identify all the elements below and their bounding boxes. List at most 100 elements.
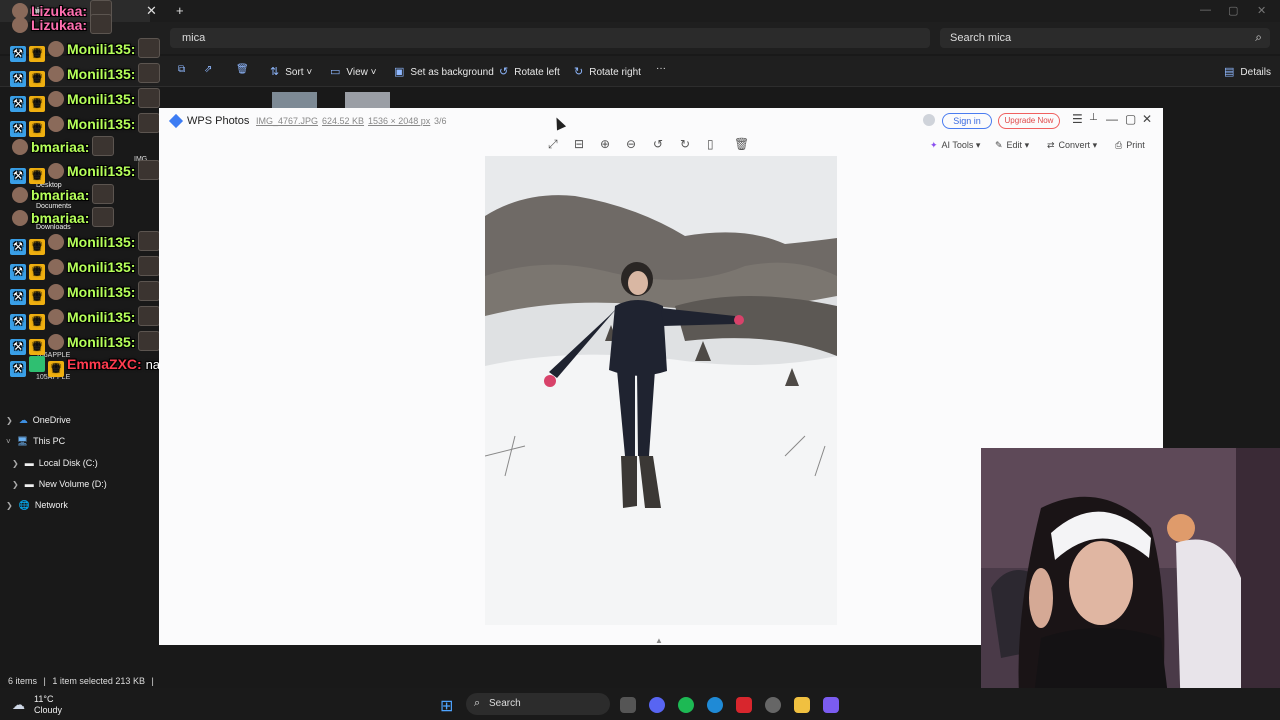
address-text: mica (182, 32, 206, 44)
convert-icon: ⇄ (1047, 140, 1055, 150)
webcam-overlay (981, 448, 1280, 720)
zoom-out-icon[interactable]: ⊖ (626, 137, 636, 151)
status-bar: 6 items | 1 item selected 213 KB | (8, 676, 154, 686)
status-separator: | (151, 676, 154, 686)
print-label: Print (1126, 140, 1145, 150)
delete-icon[interactable]: 🗑 (236, 64, 249, 75)
details-button[interactable]: ▤ Details (1224, 65, 1271, 78)
rotate-right-button[interactable]: ↻ Rotate right (574, 65, 641, 78)
address-bar[interactable]: mica (170, 28, 930, 48)
chevron-right-icon[interactable]: ❯ (6, 501, 13, 510)
file-size[interactable]: 624.52 KB (322, 116, 364, 126)
nav-local-disk[interactable]: ❯ ▬ Local Disk (C:) (12, 458, 98, 468)
weather-condition[interactable]: Cloudy (34, 705, 62, 715)
task-view-icon[interactable] (620, 697, 636, 713)
weather-cloud-icon[interactable]: ☁ (12, 697, 25, 713)
minimize-icon[interactable]: — (1106, 112, 1118, 126)
explorer-titlebar (0, 0, 1280, 22)
emote-icon (92, 136, 115, 156)
user-avatar-badge (12, 139, 28, 155)
taskbar-search[interactable]: ⌕ Search (466, 693, 610, 715)
tab-close-icon[interactable]: ✕ (146, 3, 157, 19)
weather-temperature[interactable]: 11°C (34, 694, 53, 704)
photos-app-icon[interactable] (823, 697, 839, 713)
share-icon[interactable]: ⇗ (204, 64, 212, 75)
wps-office-icon[interactable] (736, 697, 752, 713)
set-background-button[interactable]: ▣ Set as background (394, 65, 494, 78)
moderator-badge-icon: ⚒ (10, 339, 26, 355)
details-icon: ▤ (1224, 66, 1235, 78)
rotate-right-icon: ↻ (574, 66, 584, 78)
user-avatar-icon[interactable] (923, 114, 935, 126)
crown-badge-icon: ♛ (29, 96, 45, 112)
user-avatar-badge (48, 284, 64, 300)
rename-icon[interactable]: ⧉ (178, 64, 185, 75)
edit-button[interactable]: ✎ Edit ▾ (995, 140, 1029, 151)
close-icon[interactable]: ✕ (1257, 4, 1266, 17)
emote-icon (138, 231, 161, 251)
image-dimensions[interactable]: 1536 × 2048 px (368, 116, 430, 126)
rotate-left-button[interactable]: ↺ Rotate left (499, 65, 560, 78)
flip-icon[interactable]: ▯ (707, 137, 714, 151)
start-icon[interactable]: ⊞ (440, 696, 453, 716)
chevron-right-icon[interactable]: ❯ (12, 459, 19, 468)
file-name[interactable]: IMG_4767.JPG (256, 116, 318, 126)
chevron-right-icon[interactable]: ❯ (6, 416, 13, 425)
edit-label: Edit (1006, 140, 1023, 150)
rotate-left-icon[interactable]: ↺ (653, 137, 663, 151)
chat-message: ⚒ ♛ Monili135: (10, 256, 161, 280)
drive-icon: ▬ (24, 458, 34, 468)
more-options-icon[interactable]: ··· (656, 63, 666, 74)
maximize-icon[interactable]: ▢ (1125, 112, 1136, 126)
new-tab-icon[interactable]: + (176, 3, 184, 18)
search-icon: ⌕ (1255, 30, 1262, 44)
moderator-badge-icon: ⚒ (10, 168, 26, 184)
view-button[interactable]: ▭ View ˅ (330, 65, 377, 78)
snow-scene-photo (485, 156, 837, 625)
moderator-badge-icon: ⚒ (10, 46, 26, 62)
emote-icon (138, 306, 161, 326)
chevron-right-icon[interactable]: ❯ (12, 480, 19, 489)
actual-size-icon[interactable]: ⊟ (574, 137, 584, 151)
nav-this-pc[interactable]: ˅ 🖥 This PC (6, 436, 65, 447)
chevron-down-icon[interactable]: ˅ (6, 437, 11, 446)
chat-username: Monili135: (67, 334, 136, 350)
background-icon: ▣ (394, 66, 405, 78)
emote-icon (90, 14, 113, 34)
fullscreen-icon[interactable]: ⤢ (548, 137, 558, 152)
maximize-icon[interactable]: ▢ (1228, 4, 1238, 17)
rotate-right-icon[interactable]: ↻ (680, 137, 690, 151)
spotify-icon[interactable] (678, 697, 694, 713)
collapse-strip-icon[interactable]: ▲ (655, 636, 663, 645)
close-icon[interactable]: ✕ (1142, 112, 1152, 126)
nav-network[interactable]: ❯ 🌐 Network (6, 500, 68, 511)
print-button[interactable]: ⎙ Print (1115, 140, 1145, 151)
sort-button[interactable]: ⇅ Sort ˅ (270, 65, 312, 78)
crown-badge-icon: ♛ (48, 361, 64, 377)
discord-icon[interactable] (649, 697, 665, 713)
settings-gear-icon[interactable] (765, 697, 781, 713)
chat-username: EmmaZXC: (67, 356, 142, 372)
moderator-badge-icon: ⚒ (10, 264, 26, 280)
minimize-icon[interactable]: — (1200, 4, 1211, 16)
convert-button[interactable]: ⇄ Convert ▾ (1047, 140, 1097, 151)
menu-icon[interactable]: ☰ (1072, 112, 1083, 126)
crown-badge-icon: ♛ (29, 264, 45, 280)
chat-message: ⚒ ♛ Monili135: (10, 231, 161, 255)
photo-viewer-image[interactable] (485, 156, 837, 625)
user-avatar-badge (48, 66, 64, 82)
nav-onedrive[interactable]: ❯ ☁ OneDrive (6, 415, 71, 426)
delete-icon[interactable]: 🗑 (734, 137, 749, 151)
nav-new-volume[interactable]: ❯ ▬ New Volume (D:) (12, 479, 107, 489)
file-explorer-icon[interactable] (794, 697, 810, 713)
nav-label: Local Disk (C:) (38, 458, 98, 468)
search-input[interactable]: Search mica ⌕ (940, 28, 1270, 48)
view-label: View (346, 67, 368, 78)
sign-in-button[interactable]: Sign in (942, 113, 992, 129)
upgrade-now-button[interactable]: Upgrade Now (998, 113, 1060, 129)
pin-icon[interactable]: ⊥ (1089, 112, 1098, 123)
ai-tools-button[interactable]: ✦ AI Tools ▾ (930, 140, 980, 151)
edge-icon[interactable] (707, 697, 723, 713)
zoom-in-icon[interactable]: ⊕ (600, 137, 610, 151)
nav-label: OneDrive (32, 415, 71, 425)
